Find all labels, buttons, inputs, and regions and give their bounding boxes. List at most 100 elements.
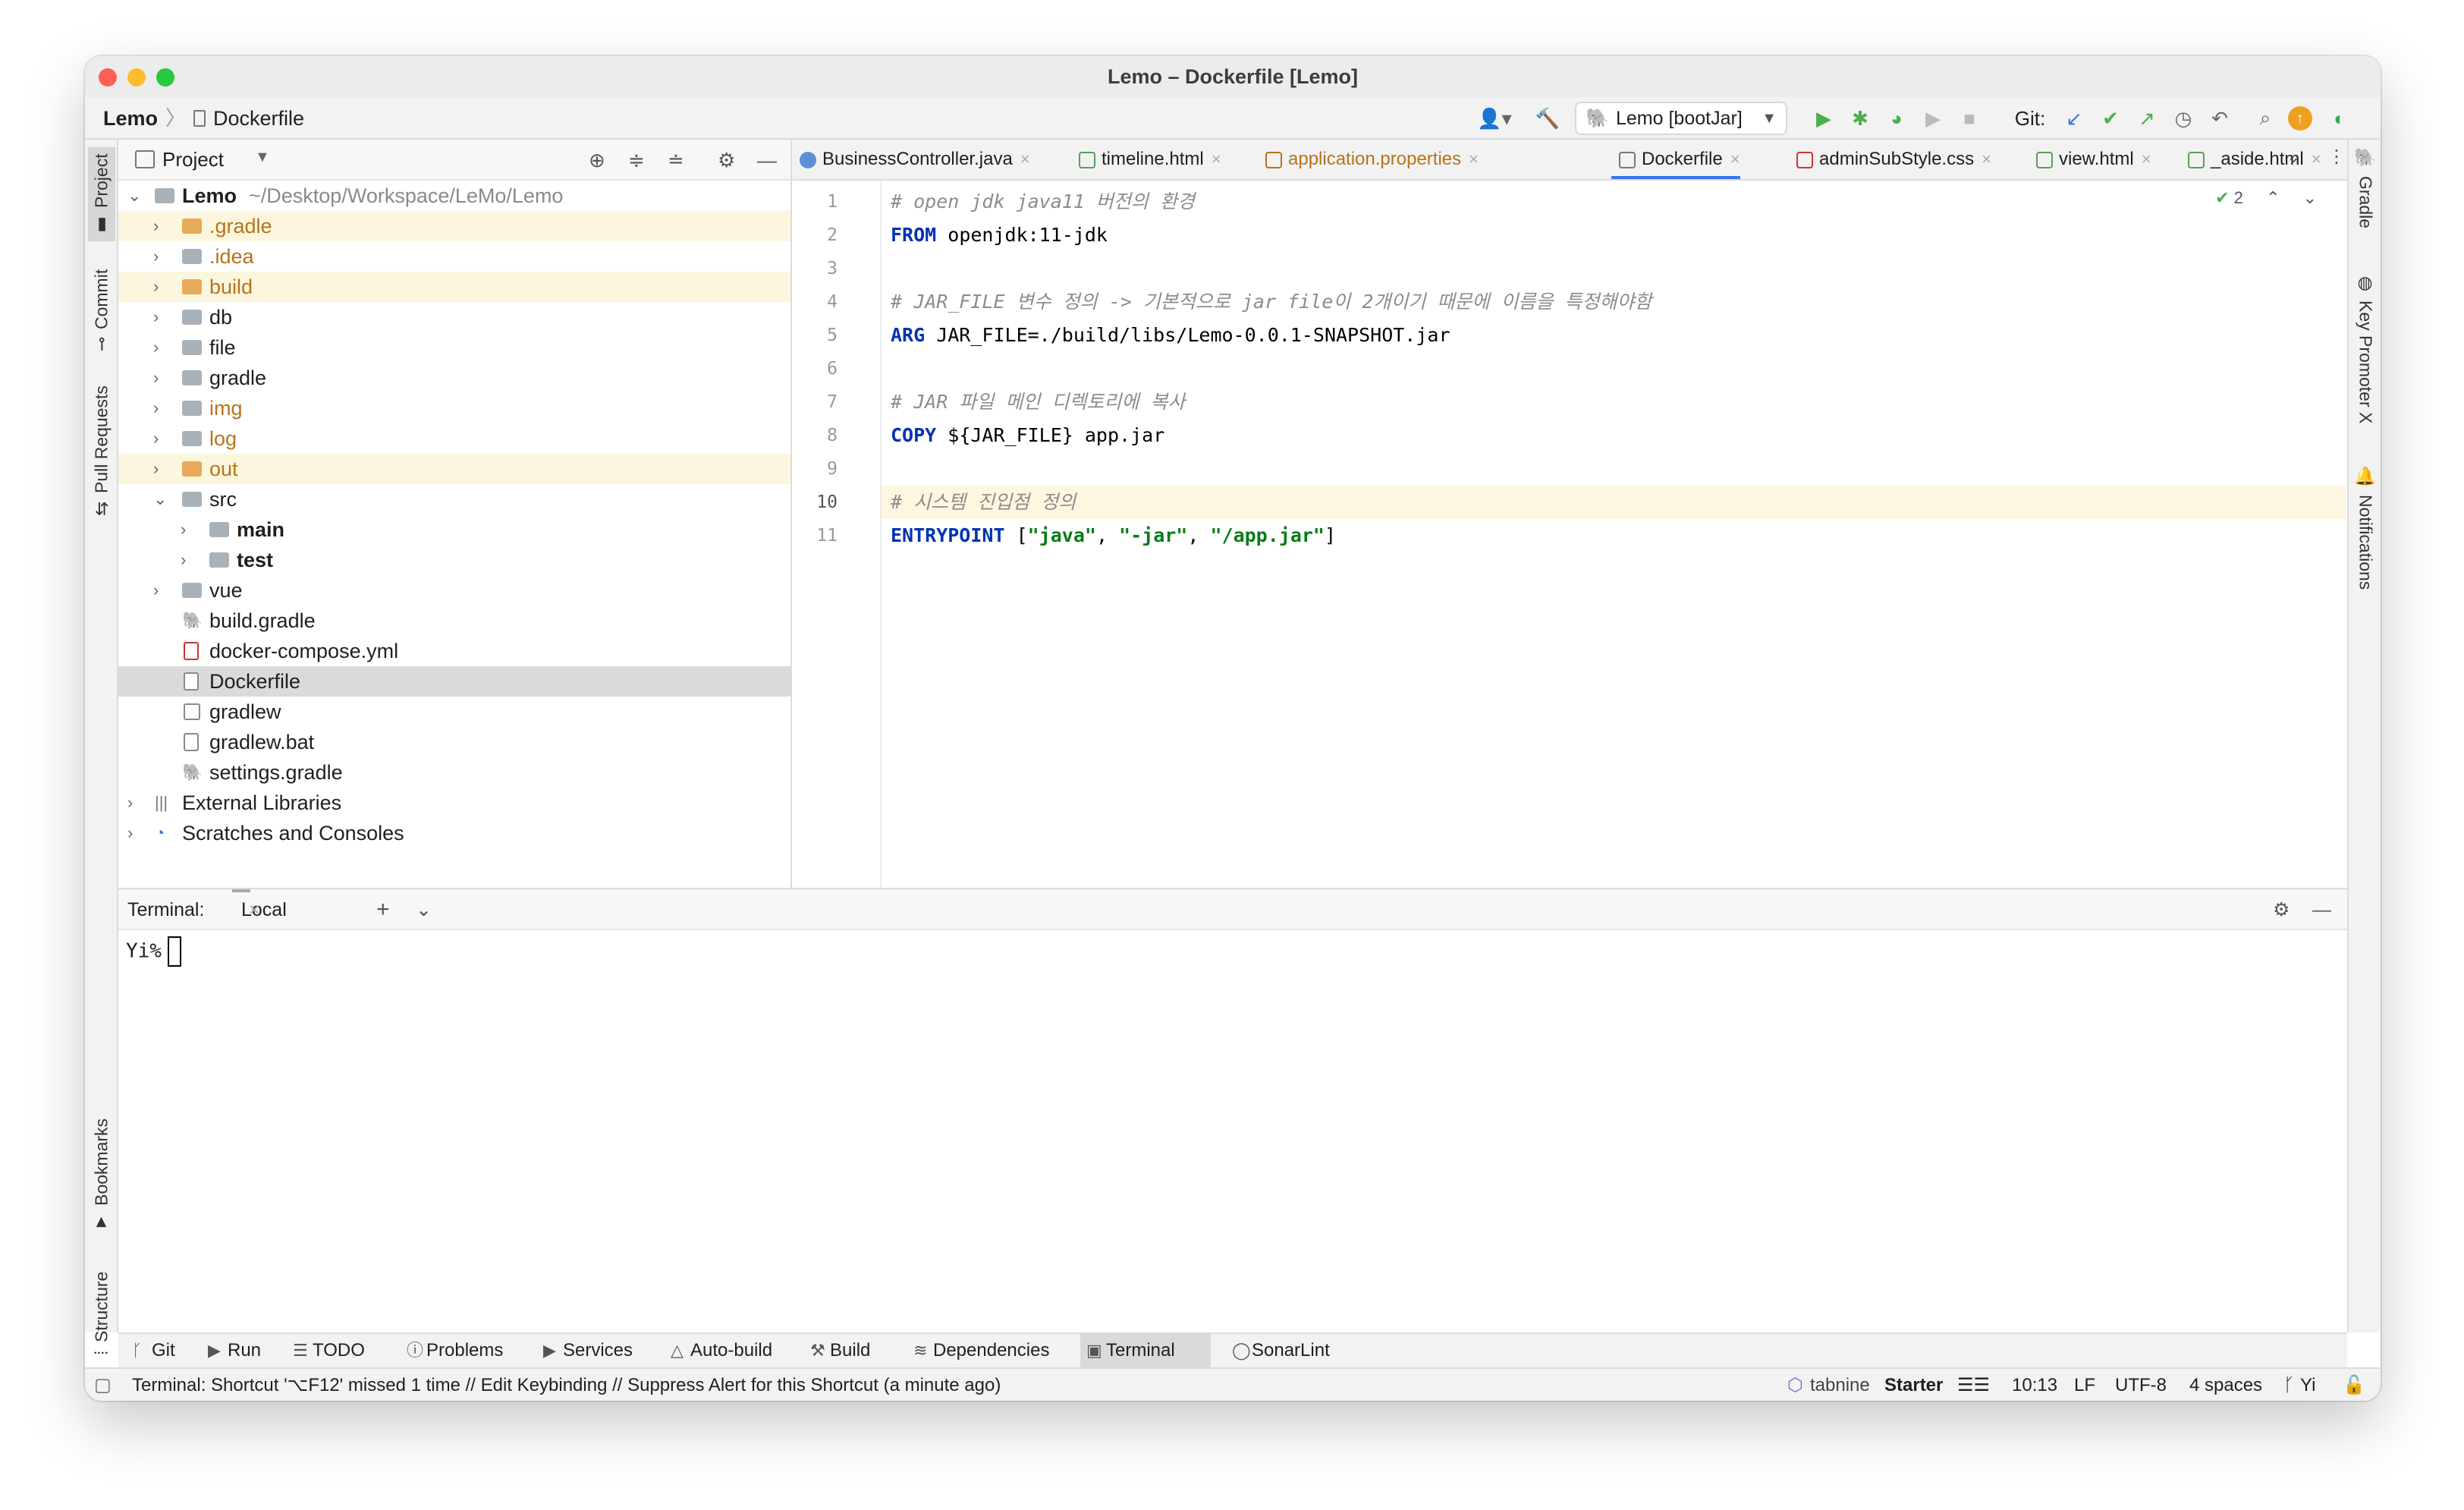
tree-item-build-gradle[interactable]: 🐘 build.gradle	[118, 606, 790, 636]
tab-pull-requests[interactable]: ⇆ Pull Requests	[88, 375, 115, 527]
tree-item-build[interactable]: › build	[118, 272, 790, 302]
close-window-button[interactable]	[99, 68, 117, 87]
tree-item-idea[interactable]: › .idea	[118, 241, 790, 272]
close-icon[interactable]: ×	[249, 889, 260, 930]
tool-window-git[interactable]: ᚴ Git	[126, 1334, 183, 1367]
tree-item-main[interactable]: › main	[118, 514, 790, 545]
close-icon[interactable]: ×	[1982, 149, 1991, 168]
inspection-widget[interactable]: ✔ 2 ⌃ ⌄	[2215, 188, 2317, 208]
tree-item-scratches[interactable]: › ◔ Scratches and Consoles	[118, 818, 790, 848]
tool-window-dependencies[interactable]: ≋ Dependencies	[907, 1334, 1057, 1367]
git-update-icon[interactable]: ↙	[2060, 105, 2088, 132]
close-icon[interactable]: ×	[1730, 149, 1740, 168]
tool-window-services[interactable]: ▶ Services	[537, 1334, 640, 1367]
tree-item-gradle-dir[interactable]: › .gradle	[118, 211, 790, 241]
run-configuration-select[interactable]: 🐘 Lemo [bootJar] ▼	[1575, 102, 1787, 135]
cursor-position[interactable]: 10:13	[2012, 1369, 2057, 1401]
hide-icon[interactable]: —	[2312, 889, 2331, 930]
terminal-tab-local[interactable]: Local ×	[232, 889, 287, 920]
terminal-input[interactable]: Yi%	[126, 936, 181, 967]
code-view[interactable]: # open jdk java11 버전의 환경 FROM openjdk:11…	[882, 181, 2346, 888]
build-hammer-icon[interactable]: 🔨	[1534, 105, 1561, 132]
tab-list-chevron-icon[interactable]: ⌄	[2286, 147, 2300, 167]
search-icon[interactable]: ⌕	[2252, 105, 2279, 132]
tree-item-external-libraries[interactable]: › ||| External Libraries	[118, 788, 790, 818]
tab-commit[interactable]: ⊸ Commit	[88, 261, 115, 360]
close-icon[interactable]: ×	[1212, 149, 1221, 168]
tab-dockerfile[interactable]: Dockerfile ×	[1611, 140, 1740, 179]
tool-window-sonarlint[interactable]: ◯ SonarLint	[1226, 1334, 1337, 1367]
tree-item-vue[interactable]: › vue	[118, 575, 790, 606]
tab-structure[interactable]: ⁞ Structure	[88, 1257, 115, 1370]
tool-window-problems[interactable]: ⓘ Problems	[401, 1334, 511, 1367]
layout-toggle-icon[interactable]: ▢	[94, 1369, 112, 1401]
tab-application-properties[interactable]: application.properties ×	[1258, 140, 1479, 179]
tool-window-run[interactable]: ▶ Run	[202, 1334, 269, 1367]
locate-icon[interactable]: ⊕	[589, 149, 605, 172]
git-branch[interactable]: Yi	[2300, 1369, 2315, 1401]
tabnine-plan[interactable]: Starter	[1884, 1369, 1943, 1401]
tab-project[interactable]: ▮ Project	[88, 147, 115, 241]
tab-bookmarks[interactable]: ▼ Bookmarks	[88, 1111, 115, 1240]
tab-gradle[interactable]: 🐘 Gradle	[2352, 147, 2379, 246]
file-encoding[interactable]: UTF-8	[2115, 1369, 2167, 1401]
plugin-icon[interactable]: ◐	[2326, 105, 2353, 132]
tree-root[interactable]: ⌄ Lemo ~/Desktop/Workspace/LeMo/Lemo	[118, 181, 790, 211]
git-commit-icon[interactable]: ✔	[2097, 105, 2124, 132]
hide-icon[interactable]: —	[757, 149, 777, 172]
close-icon[interactable]: ×	[1469, 149, 1479, 168]
stop-icon[interactable]: ■	[1956, 105, 1983, 132]
indent-setting[interactable]: 4 spaces	[2189, 1369, 2262, 1401]
tool-window-auto-build[interactable]: △ Auto-build	[665, 1334, 780, 1367]
tool-window-build[interactable]: ⚒ Build	[804, 1334, 878, 1367]
profile-icon[interactable]: ▶	[1919, 105, 1947, 132]
tree-item-gradlew[interactable]: gradlew	[118, 697, 790, 727]
tabnine-label[interactable]: tabnine	[1810, 1369, 1870, 1401]
tool-window-terminal[interactable]: ▣ Terminal	[1080, 1334, 1211, 1367]
git-history-icon[interactable]: ◷	[2170, 105, 2197, 132]
project-view-title[interactable]: Project	[162, 148, 224, 171]
breadcrumb-file[interactable]: Dockerfile	[213, 97, 304, 140]
tree-item-test[interactable]: › test	[118, 545, 790, 575]
line-separator[interactable]: LF	[2074, 1369, 2095, 1401]
tree-item-docker-compose[interactable]: docker-compose.yml	[118, 636, 790, 666]
gear-icon[interactable]: ⚙	[718, 149, 735, 172]
chevron-up-icon[interactable]: ⌃	[2266, 188, 2280, 207]
breadcrumb-project[interactable]: Lemo	[103, 97, 158, 140]
chevron-down-icon[interactable]: ▼	[255, 149, 270, 166]
update-icon[interactable]: ↑	[2288, 106, 2312, 131]
rollback-icon[interactable]: ↶	[2206, 105, 2233, 132]
run-icon[interactable]: ▶	[1810, 105, 1837, 132]
tree-item-db[interactable]: › db	[118, 302, 790, 332]
close-icon[interactable]: ×	[2312, 149, 2321, 168]
chevron-down-icon[interactable]: ⌄	[2303, 188, 2317, 207]
status-message[interactable]: Terminal: Shortcut '⌥F12' missed 1 time …	[132, 1369, 1001, 1401]
add-icon[interactable]: +	[376, 889, 390, 930]
coverage-icon[interactable]: ◕	[1883, 105, 1910, 132]
tree-item-src[interactable]: ⌄ src	[118, 484, 790, 514]
tree-item-dockerfile[interactable]: Dockerfile	[118, 666, 790, 697]
collapse-all-icon[interactable]: ≐	[668, 149, 684, 172]
zoom-window-button[interactable]	[156, 68, 174, 87]
tab-key-promoter[interactable]: ◍ Key Promoter X	[2352, 273, 2379, 440]
lock-icon[interactable]: 🔓	[2343, 1369, 2365, 1401]
tree-item-settings-gradle[interactable]: 🐘 settings.gradle	[118, 757, 790, 788]
expand-all-icon[interactable]: ≑	[628, 149, 645, 172]
minimize-window-button[interactable]	[127, 68, 146, 87]
tool-window-todo[interactable]: ☰ TODO	[287, 1334, 372, 1367]
tab-view[interactable]: view.html ×	[2029, 140, 2151, 179]
close-icon[interactable]: ×	[1020, 149, 1030, 168]
gear-icon[interactable]: ⚙	[2273, 889, 2290, 930]
tab-business-controller[interactable]: BusinessController.java ×	[792, 140, 1030, 179]
close-icon[interactable]: ×	[2142, 149, 2151, 168]
tree-item-file[interactable]: › file	[118, 332, 790, 363]
tab-admin-sub-style[interactable]: adminSubStyle.css ×	[1789, 140, 1991, 179]
tree-item-log[interactable]: › log	[118, 423, 790, 454]
chevron-down-icon[interactable]: ⌄	[416, 889, 432, 930]
tree-item-gradle[interactable]: › gradle	[118, 363, 790, 393]
tree-item-gradlew-bat[interactable]: gradlew.bat	[118, 727, 790, 757]
git-push-icon[interactable]: ↗	[2133, 105, 2161, 132]
tree-item-img[interactable]: › img	[118, 393, 790, 423]
tab-notifications[interactable]: 🔔 Notifications	[2352, 466, 2379, 618]
user-menu-icon[interactable]: 👤▾	[1473, 105, 1516, 132]
